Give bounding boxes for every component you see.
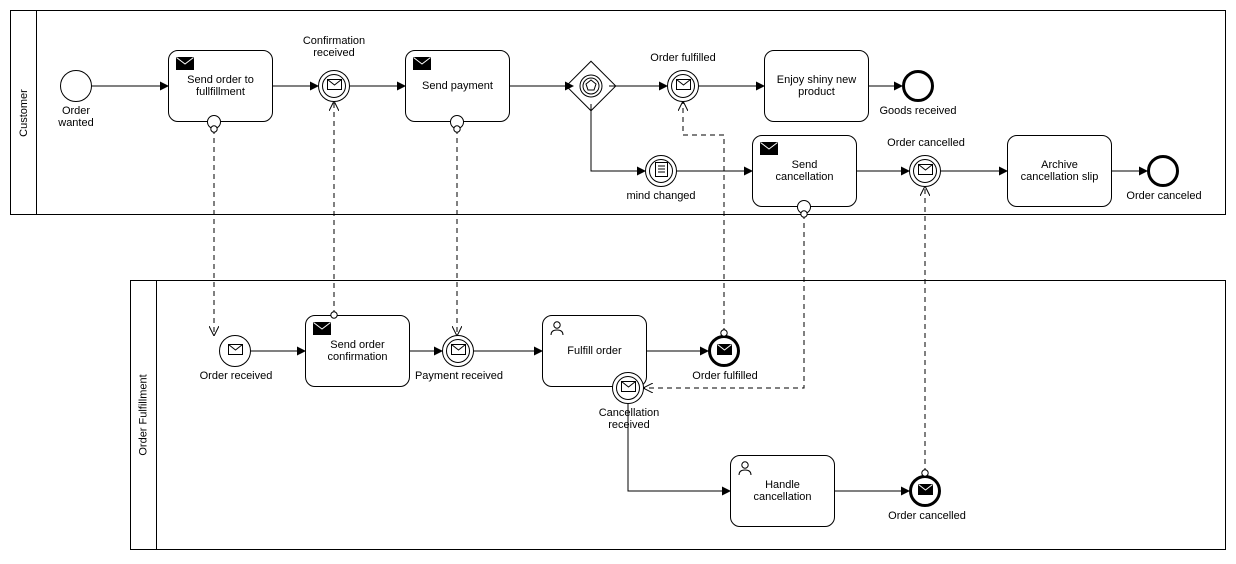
end-event-label: Goods received xyxy=(878,105,958,117)
event-confirmation-received[interactable] xyxy=(318,70,350,102)
event-label: Order cancelled xyxy=(888,510,966,522)
end-event-label: Order canceled xyxy=(1125,190,1203,202)
task-label: Archive cancellation slip xyxy=(1021,159,1099,183)
bpmn-diagram: Customer Order Fulfillment Order wanted … xyxy=(0,0,1236,564)
start-event-label: Order wanted xyxy=(44,105,108,129)
envelope-icon xyxy=(918,484,933,498)
boundary-event-cancellation-received[interactable] xyxy=(612,372,644,404)
pool-label-customer: Customer xyxy=(11,11,37,214)
envelope-icon xyxy=(760,142,778,158)
envelope-icon xyxy=(228,344,243,358)
user-icon xyxy=(550,321,564,339)
envelope-icon xyxy=(313,322,331,338)
end-event-order-fulfilled[interactable] xyxy=(708,335,740,367)
task-label: Enjoy shiny new product xyxy=(777,74,857,98)
start-event-order-received[interactable] xyxy=(219,335,251,367)
end-event-order-canceled[interactable] xyxy=(1147,155,1179,187)
document-icon xyxy=(655,162,668,180)
process-marker xyxy=(207,115,221,129)
task-label: Send order to fullfillment xyxy=(187,74,254,98)
task-send-confirmation[interactable]: Send order confirmation xyxy=(305,315,410,387)
envelope-icon xyxy=(717,344,732,358)
event-payment-received[interactable] xyxy=(442,335,474,367)
task-label: Fulfill order xyxy=(567,345,621,357)
envelope-icon xyxy=(918,164,933,178)
task-send-cancellation[interactable]: Send cancellation xyxy=(752,135,857,207)
event-order-cancelled-customer[interactable] xyxy=(909,155,941,187)
event-mind-changed[interactable] xyxy=(645,155,677,187)
envelope-icon xyxy=(413,57,431,73)
task-handle-cancellation[interactable]: Handle cancellation xyxy=(730,455,835,527)
end-event-order-cancelled-fulfillment[interactable] xyxy=(909,475,941,507)
end-event-goods-received[interactable] xyxy=(902,70,934,102)
task-label: Handle cancellation xyxy=(753,479,811,503)
pool-label-fulfillment: Order Fulfillment xyxy=(131,281,157,549)
envelope-icon xyxy=(176,57,194,73)
event-label: mind changed xyxy=(626,190,696,202)
envelope-icon xyxy=(621,381,636,395)
envelope-icon xyxy=(327,79,342,93)
task-label: Send payment xyxy=(422,80,493,92)
event-order-fulfilled-customer[interactable] xyxy=(667,70,699,102)
event-label: Order fulfilled xyxy=(648,52,718,64)
pool-fulfillment: Order Fulfillment xyxy=(130,280,1226,550)
event-label: Order fulfilled xyxy=(690,370,760,382)
event-label: Payment received xyxy=(414,370,504,382)
process-marker xyxy=(450,115,464,129)
start-event[interactable] xyxy=(60,70,92,102)
pool-title-customer: Customer xyxy=(18,89,30,137)
task-label: Send order confirmation xyxy=(328,339,388,363)
process-marker xyxy=(797,200,811,214)
task-send-payment[interactable]: Send payment xyxy=(405,50,510,122)
envelope-icon xyxy=(676,79,691,93)
task-send-order[interactable]: Send order to fullfillment xyxy=(168,50,273,122)
task-enjoy-product[interactable]: Enjoy shiny new product xyxy=(764,50,869,122)
event-label: Confirmation received xyxy=(298,35,370,59)
event-label: Cancellation received xyxy=(596,407,662,431)
envelope-icon xyxy=(451,344,466,358)
pool-title-fulfillment: Order Fulfillment xyxy=(138,374,150,455)
event-label: Order cancelled xyxy=(886,137,966,149)
task-label: Send cancellation xyxy=(775,159,833,183)
event-label: Order received xyxy=(199,370,273,382)
task-archive-slip[interactable]: Archive cancellation slip xyxy=(1007,135,1112,207)
user-icon xyxy=(738,461,752,479)
event-gateway[interactable] xyxy=(573,68,609,104)
